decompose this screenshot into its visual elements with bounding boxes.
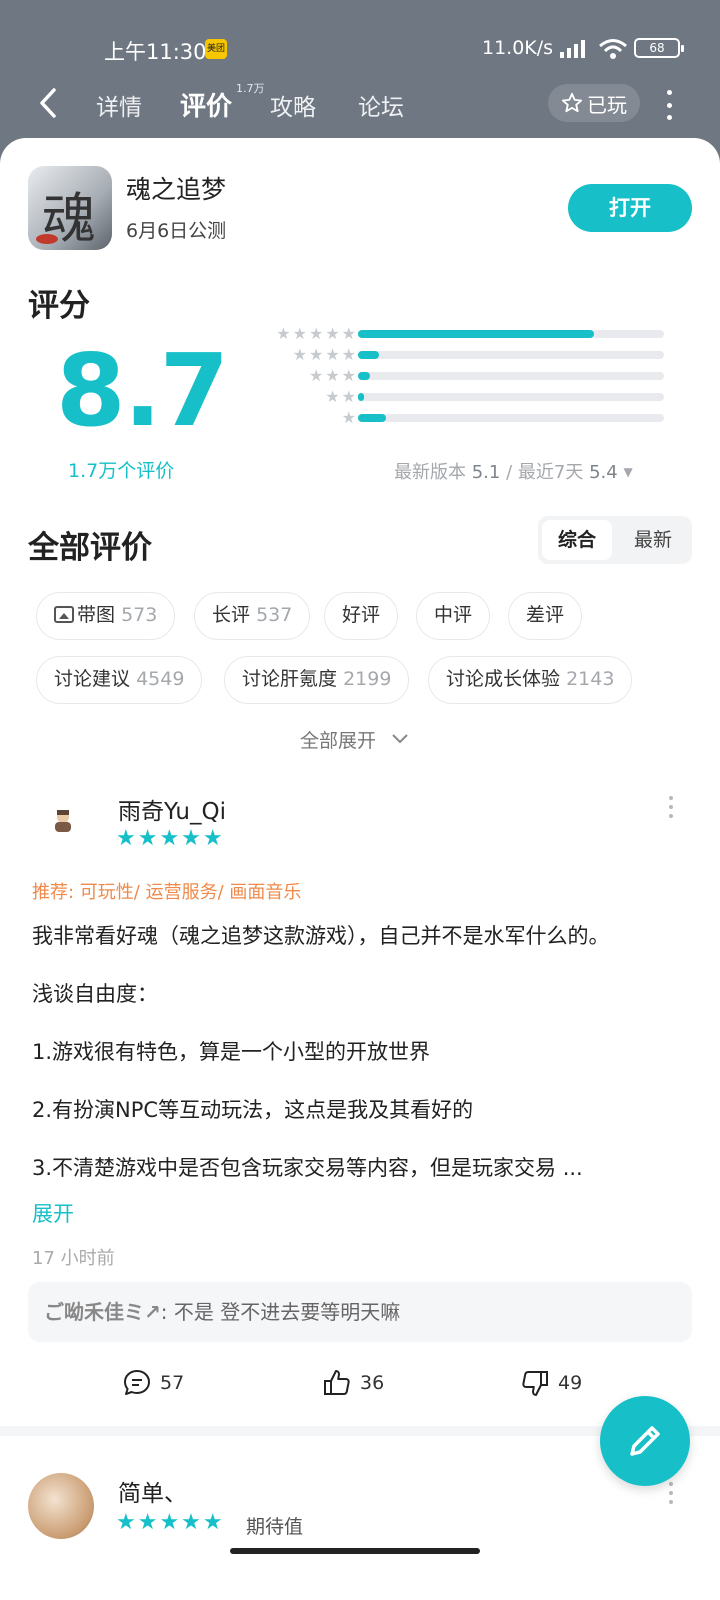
- review-text-line: 3.不清楚游戏中是否包含玩家交易等内容，但是玩家交易 ...: [32, 1156, 583, 1180]
- thumbs-down-icon: [522, 1371, 548, 1396]
- rating-bar-fill: [358, 393, 365, 401]
- expand-all-filters[interactable]: 全部展开: [300, 726, 410, 753]
- review-text-line: 1.游戏很有特色，算是一个小型的开放世界: [32, 1040, 431, 1064]
- rating-row-stars: ★★★: [308, 366, 358, 385]
- battery-icon: 68: [634, 38, 684, 58]
- thumbs-up-icon: [324, 1370, 350, 1395]
- rating-row-stars: ★★★★: [292, 345, 358, 364]
- tab-reviews[interactable]: 评价: [180, 86, 232, 123]
- content-card: 魂 魂之追梦 6月6日公测 打开 评分 8.7 1.7万个评价 ★★★★★ ★★★…: [0, 138, 720, 1600]
- rating-bar-fill: [358, 351, 380, 359]
- filter-chip-long-review[interactable]: 长评 537: [194, 592, 311, 640]
- app-name: 魂之追梦: [126, 175, 227, 204]
- like-count: 36: [360, 1372, 385, 1394]
- rating-bar-fill: [358, 330, 594, 338]
- meituan-badge-icon: 美团: [205, 39, 227, 59]
- review-more-icon[interactable]: [668, 796, 674, 818]
- reply-preview[interactable]: ご呦禾佳ミ↗: 不是 登不进去要等明天嘛: [28, 1282, 692, 1342]
- comment-icon: [124, 1370, 150, 1395]
- open-button[interactable]: 打开: [568, 184, 692, 232]
- image-icon: [54, 606, 74, 623]
- reply-text: : 不是 登不进去要等明天嘛: [160, 1300, 401, 1324]
- back-arrow-icon[interactable]: [34, 86, 64, 120]
- rating-row-2-star: ★★: [230, 387, 670, 408]
- rating-bar: [358, 351, 664, 359]
- rating-title: 评分: [28, 288, 90, 324]
- status-time: 上午11:30: [104, 40, 207, 64]
- tab-guides[interactable]: 攻略: [270, 88, 316, 122]
- review-time: 17 小时前: [32, 1248, 115, 1269]
- rating-row-stars: ★: [341, 408, 358, 427]
- app-launch-date: 6月6日公测: [126, 220, 227, 242]
- tab-reviews-count: 1.7万: [236, 82, 265, 95]
- like-button[interactable]: 36: [322, 1368, 384, 1398]
- version-score-line[interactable]: 最新版本 5.1 / 最近7天 5.4 ▼: [394, 458, 633, 484]
- write-review-button[interactable]: [600, 1396, 690, 1486]
- tab-details[interactable]: 详情: [96, 88, 142, 122]
- filter-chip-growth[interactable]: 讨论成长体验 2143: [428, 656, 633, 704]
- wifi-icon: [599, 39, 627, 59]
- app-icon[interactable]: 魂: [28, 166, 112, 250]
- review-stars: ★★★★★: [116, 1510, 225, 1535]
- review-text-line: 2.有扮演NPC等互动玩法，这点是我及其看好的: [32, 1098, 474, 1122]
- rating-bar: [358, 414, 664, 422]
- sort-latest[interactable]: 最新: [618, 520, 688, 560]
- comment-button[interactable]: 57: [122, 1368, 184, 1398]
- played-button[interactable]: 已玩: [548, 84, 640, 122]
- dislike-button[interactable]: 49: [520, 1368, 582, 1398]
- user-avatar[interactable]: [28, 1473, 94, 1539]
- rating-count: 1.7万个评价: [68, 460, 175, 482]
- rating-bar: [358, 393, 664, 401]
- rating-row-4-star: ★★★★: [230, 345, 670, 366]
- review-stars: ★★★★★: [116, 826, 225, 851]
- review-more-icon[interactable]: [668, 1482, 674, 1504]
- filter-chip-positive[interactable]: 好评: [324, 592, 399, 640]
- signal-icon: [560, 40, 585, 58]
- review-recommend-tags: 推荐: 可玩性/ 运营服务/ 画面音乐: [32, 882, 302, 903]
- rating-bar-fill: [358, 372, 371, 380]
- rating-row-stars: ★★: [325, 387, 358, 406]
- rating-row-3-star: ★★★: [230, 366, 670, 387]
- all-reviews-title: 全部评价: [28, 530, 152, 566]
- filter-chip-with-images[interactable]: 带图 573: [36, 592, 176, 640]
- review-tag: 期待值: [246, 1516, 304, 1538]
- rating-row-5-star: ★★★★★: [230, 324, 670, 345]
- pencil-icon: [630, 1426, 660, 1456]
- rating-row-1-star: ★: [230, 408, 670, 429]
- played-label: 已玩: [587, 92, 627, 117]
- rating-score: 8.7: [56, 332, 229, 449]
- filter-chip-grind-spend[interactable]: 讨论肝氪度 2199: [224, 656, 410, 704]
- filter-chip-suggestions[interactable]: 讨论建议 4549: [36, 656, 203, 704]
- network-speed: 11.0K/s: [482, 37, 554, 59]
- filter-chip-neutral[interactable]: 中评: [416, 592, 491, 640]
- rating-bar: [358, 330, 664, 338]
- review-text-line: 浅谈自由度：: [32, 982, 158, 1006]
- dislike-count: 49: [558, 1372, 583, 1394]
- comment-count: 57: [160, 1372, 185, 1394]
- sort-overall[interactable]: 综合: [542, 520, 612, 560]
- user-avatar[interactable]: [48, 806, 78, 836]
- reply-username: ご呦禾佳ミ↗: [44, 1300, 161, 1324]
- review-text-line: 我非常看好魂（魂之追梦这款游戏），自己并不是水军什么的。: [32, 924, 610, 948]
- star-outline-icon: [561, 92, 583, 113]
- rating-row-stars: ★★★★★: [276, 324, 358, 343]
- dropdown-triangle-icon: ▼: [623, 465, 633, 479]
- expand-review-link[interactable]: 展开: [32, 1198, 74, 1228]
- review-username[interactable]: 简单、: [118, 1474, 187, 1508]
- filter-chip-negative[interactable]: 差评: [508, 592, 583, 640]
- chevron-down-icon: [392, 734, 408, 744]
- top-nav: 详情 评价 1.7万 攻略 论坛 已玩: [0, 72, 720, 136]
- review-username[interactable]: 雨奇Yu_Qi: [118, 792, 226, 826]
- rating-bar: [358, 372, 664, 380]
- rating-bar-fill: [358, 414, 386, 422]
- sort-toggle: 综合 最新: [538, 516, 692, 564]
- rating-distribution: ★★★★★ ★★★★ ★★★ ★★ ★: [230, 324, 670, 429]
- tab-forum[interactable]: 论坛: [358, 88, 404, 122]
- more-menu-icon[interactable]: [664, 90, 674, 120]
- home-indicator[interactable]: [230, 1548, 480, 1554]
